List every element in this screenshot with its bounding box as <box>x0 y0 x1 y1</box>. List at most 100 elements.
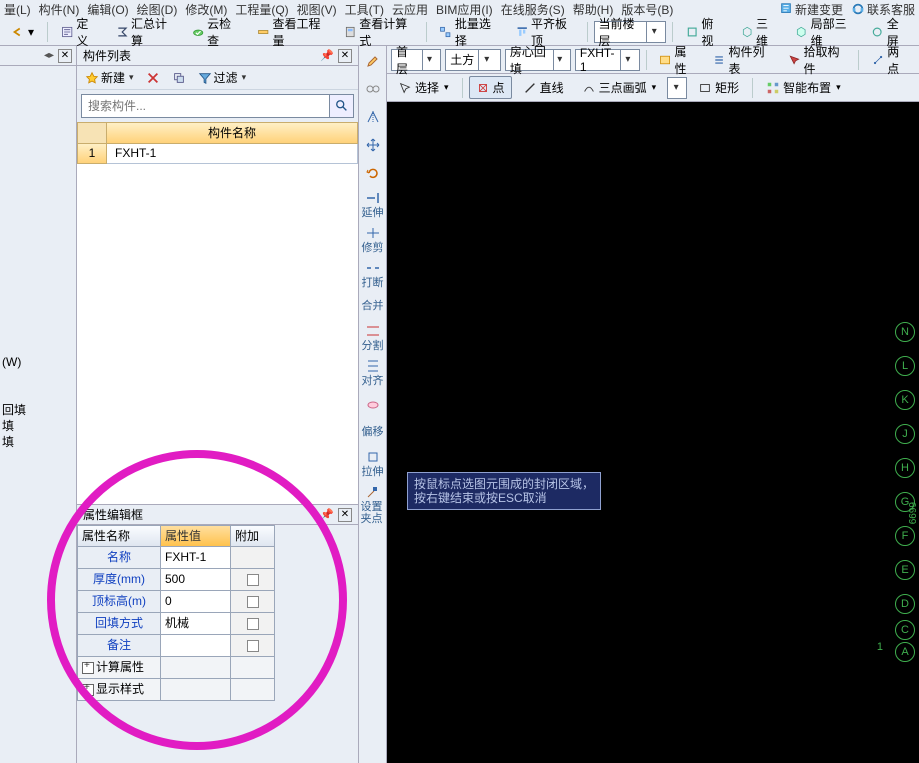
prop-extra[interactable] <box>231 591 275 613</box>
checkbox[interactable] <box>247 640 259 652</box>
prop-key: 顶标高(m) <box>77 591 161 613</box>
column-header[interactable]: 属性名称 <box>77 525 161 547</box>
undo-button[interactable]: ▾ <box>4 22 41 42</box>
label: 拾取构件 <box>803 43 845 77</box>
close-button[interactable]: ✕ <box>338 508 352 522</box>
tree-item[interactable] <box>2 370 74 386</box>
vtool-link[interactable] <box>361 78 385 100</box>
vtool-break[interactable]: 打断 <box>361 260 385 289</box>
tree-item[interactable]: 填 <box>2 434 74 450</box>
axis-label: N <box>895 322 915 342</box>
define-icon <box>61 25 73 39</box>
chevron-down-icon <box>646 22 661 42</box>
vtool-move[interactable] <box>361 134 385 156</box>
smart-button[interactable]: 智能布置 <box>759 76 848 99</box>
vtool-split[interactable]: 分割 <box>361 323 385 352</box>
point-icon <box>476 81 490 95</box>
grip-icon <box>365 484 381 500</box>
menu-item[interactable]: 量(L) <box>4 1 31 18</box>
property-panel: 属性编辑框 📌 ✕ 属性名称 属性值 附加 名称 FXHT-1 厚度(mm) 5… <box>77 504 358 701</box>
label: 分割 <box>362 340 384 352</box>
prop-extra[interactable] <box>231 635 275 657</box>
label: 首层 <box>396 43 418 77</box>
prop-value[interactable] <box>161 635 231 657</box>
floor-combo[interactable]: 首层 <box>391 49 441 71</box>
vtool-align[interactable]: 对齐 <box>361 358 385 387</box>
checkbox[interactable] <box>247 574 259 586</box>
label: 直线 <box>540 79 564 96</box>
smart-icon <box>766 81 780 95</box>
label: 打断 <box>362 277 384 289</box>
prop-value[interactable]: FXHT-1 <box>161 547 231 569</box>
copy-button[interactable] <box>168 70 190 86</box>
prop-group-display[interactable]: 显示样式 <box>77 679 358 701</box>
main-area: ◂▸ ✕ (W) 回填 填 填 构件列表 📌 ✕ 新建 过滤 <box>0 46 919 763</box>
line-button[interactable]: 直线 <box>516 76 571 99</box>
column-header[interactable]: 附加 <box>231 525 275 547</box>
cell-name[interactable]: FXHT-1 <box>107 144 358 164</box>
table-row[interactable]: 1 FXHT-1 <box>77 144 358 164</box>
canvas-toolbar-2: 选择 点 直线 三点画弧 矩形 智能布置 <box>387 74 919 102</box>
vtool-merge[interactable]: 合并 <box>361 295 385 317</box>
rect-button[interactable]: 矩形 <box>691 76 746 99</box>
label: 汇总计算 <box>131 15 174 49</box>
point-button[interactable]: 点 <box>469 76 512 99</box>
pin-icon[interactable]: 📌 <box>320 508 334 521</box>
axis-label: F <box>895 526 915 546</box>
vtool-offset[interactable]: 偏移 <box>361 421 385 443</box>
checkbox[interactable] <box>247 618 259 630</box>
separator <box>462 78 463 98</box>
vtool-brush[interactable] <box>361 50 385 72</box>
close-button[interactable]: ✕ <box>58 49 72 63</box>
delete-button[interactable] <box>142 70 164 86</box>
new-icon <box>85 71 99 85</box>
pin-icon[interactable]: 📌 <box>320 49 334 62</box>
viewport[interactable]: 按鼠标点选图元围成的封闭区域， 按右键结束或按ESC取消 N L K J H G… <box>387 102 919 763</box>
axis-label: C <box>895 620 915 640</box>
close-button[interactable]: ✕ <box>338 49 352 63</box>
vtool-trim[interactable]: 修剪 <box>361 225 385 254</box>
search-button[interactable] <box>330 94 354 118</box>
prop-value[interactable]: 0 <box>161 591 231 613</box>
vtool-extend[interactable]: 延伸 <box>361 190 385 219</box>
list-icon <box>713 53 725 67</box>
filter-button[interactable]: 过滤 <box>194 68 251 87</box>
vtool-grip[interactable]: 设置夹点 <box>361 484 385 525</box>
prop-extra[interactable] <box>231 569 275 591</box>
category-combo[interactable]: 土方 <box>445 49 501 71</box>
prop-extra <box>231 547 275 569</box>
column-header[interactable]: 属性值 <box>161 525 231 547</box>
stretch-icon <box>365 449 381 465</box>
tree-item[interactable]: (W) <box>2 354 74 370</box>
search-input[interactable] <box>81 94 330 118</box>
trim-icon <box>365 225 381 241</box>
component-combo[interactable]: FXHT-1 <box>575 49 640 71</box>
axis-label: D <box>895 594 915 614</box>
vtool-rotate[interactable] <box>361 162 385 184</box>
checkbox[interactable] <box>247 596 259 608</box>
tree-item[interactable] <box>2 386 74 402</box>
select-button[interactable]: 选择 <box>391 76 456 99</box>
chevron-down-icon <box>668 78 684 98</box>
label: 智能布置 <box>783 79 831 96</box>
vtool-cloud[interactable] <box>361 393 385 415</box>
extend-icon <box>365 190 381 206</box>
prop-value[interactable]: 500 <box>161 569 231 591</box>
new-button[interactable]: 新建 <box>81 68 138 87</box>
group-label: 显示样式 <box>77 679 161 701</box>
label: 新建 <box>101 69 125 86</box>
prop-extra[interactable] <box>231 613 275 635</box>
vtool-stretch[interactable]: 拉伸 <box>361 449 385 478</box>
label: 批量选择 <box>455 15 498 49</box>
arc-options[interactable] <box>667 77 687 99</box>
tree-item[interactable]: 回填 <box>2 402 74 418</box>
arc3-button[interactable]: 三点画弧 <box>575 76 664 99</box>
prop-group-calc[interactable]: 计算属性 <box>77 657 358 679</box>
vtool-mirror[interactable] <box>361 106 385 128</box>
tab-scroll[interactable]: ◂▸ <box>44 50 54 61</box>
tree-item[interactable]: 填 <box>2 418 74 434</box>
left-tree: (W) 回填 填 填 <box>0 346 76 458</box>
subcat-combo[interactable]: 房心回填 <box>505 49 571 71</box>
prop-value[interactable]: 机械 <box>161 613 231 635</box>
column-header[interactable]: 构件名称 <box>107 122 358 144</box>
